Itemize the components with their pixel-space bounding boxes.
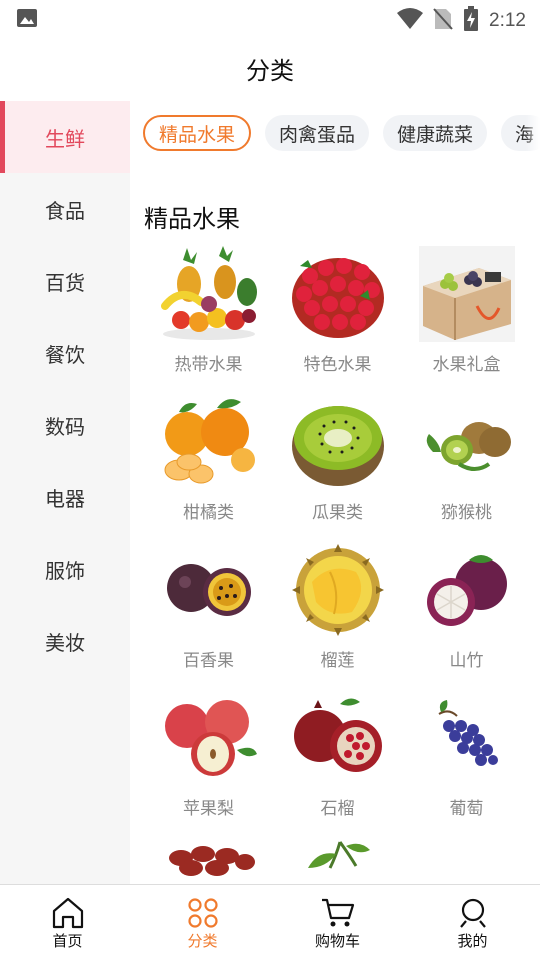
user-icon <box>457 896 489 930</box>
durian-image <box>290 542 386 638</box>
sidebar-item-digital[interactable]: 数码 <box>0 389 130 461</box>
product-label: 苹果梨 <box>183 799 234 819</box>
kiwi-image <box>419 394 515 490</box>
grape-image <box>419 690 515 786</box>
home-icon <box>51 896 85 930</box>
product-item[interactable]: 瓜果类 <box>273 394 402 523</box>
product-label: 特色水果 <box>303 355 372 375</box>
sidebar-item-food[interactable]: 食品 <box>0 173 130 245</box>
dates-image <box>161 838 257 884</box>
product-item[interactable]: 葡萄 <box>402 690 531 819</box>
sidebar-item-label: 数码 <box>45 414 85 439</box>
nav-cart[interactable]: 购物车 <box>270 885 405 961</box>
product-grid: 热带水果 特色水果 水果礼盒 柑橘类 瓜果类 猕猴桃 百香果 榴莲 山竹 苹果梨… <box>144 246 531 884</box>
product-label: 百香果 <box>183 651 234 671</box>
nav-profile-label: 我的 <box>457 931 488 950</box>
product-label: 山竹 <box>449 651 484 671</box>
cart-icon <box>320 896 356 930</box>
section-title: 精品水果 <box>144 205 240 233</box>
nav-home-label: 首页 <box>52 931 83 950</box>
product-item[interactable]: 热带水果 <box>144 246 273 375</box>
product-item[interactable]: 百香果 <box>144 542 273 671</box>
product-item[interactable]: 苹果梨 <box>144 690 273 819</box>
product-item[interactable] <box>144 838 273 884</box>
product-item[interactable] <box>273 838 402 884</box>
gallery-notification-icon <box>16 8 38 32</box>
passion-fruit-image <box>161 542 257 638</box>
product-label: 瓜果类 <box>312 503 363 523</box>
sidebar-item-appliances[interactable]: 电器 <box>0 461 130 533</box>
battery-charging-icon <box>463 6 479 36</box>
tab-meat-poultry-eggs[interactable]: 肉禽蛋品 <box>265 115 370 151</box>
pomegranate-image <box>290 690 386 786</box>
category-sidebar: 生鲜 食品 百货 餐饮 数码 电器 服饰 美妆 <box>0 101 130 884</box>
sidebar-item-fresh[interactable]: 生鲜 <box>0 101 130 173</box>
nav-category[interactable]: 分类 <box>135 885 270 961</box>
title-bar: 分类 <box>0 36 540 100</box>
product-label: 柑橘类 <box>183 503 234 523</box>
no-sim-icon <box>433 7 453 35</box>
category-content[interactable]: 精品水果 肉禽蛋品 健康蔬菜 海 精品水果 热带水果 特色水果 水果礼盒 柑橘类… <box>130 101 540 884</box>
product-item[interactable]: 石榴 <box>273 690 402 819</box>
sidebar-item-apparel[interactable]: 服饰 <box>0 533 130 605</box>
kiwi-slice-image <box>290 394 386 490</box>
product-label: 榴莲 <box>320 651 355 671</box>
product-item[interactable]: 柑橘类 <box>144 394 273 523</box>
cherry-image <box>290 838 386 884</box>
product-item[interactable]: 水果礼盒 <box>402 246 531 375</box>
sidebar-item-general-goods[interactable]: 百货 <box>0 245 130 317</box>
fruit-giftbox-image <box>418 246 515 342</box>
page-title: 分类 <box>246 56 294 85</box>
sidebar-item-label: 美妆 <box>45 630 85 655</box>
clock: 2:12 <box>489 10 526 31</box>
sidebar-item-label: 百货 <box>45 270 85 295</box>
sidebar-item-label: 餐饮 <box>45 342 85 367</box>
product-label: 猕猴桃 <box>441 503 492 523</box>
mangosteen-image <box>419 542 515 638</box>
sidebar-item-label: 电器 <box>45 486 85 511</box>
category-icon <box>187 896 219 930</box>
tabs-fade-edge <box>526 115 540 155</box>
tropical-fruits-image <box>160 246 257 342</box>
tab-premium-fruit[interactable]: 精品水果 <box>143 115 252 151</box>
status-bar: 2:12 <box>0 0 540 36</box>
subcategory-tabs: 精品水果 肉禽蛋品 健康蔬菜 海 <box>143 115 540 151</box>
sidebar-item-label: 食品 <box>45 198 85 223</box>
sidebar-item-label: 生鲜 <box>45 126 85 151</box>
nav-category-label: 分类 <box>187 931 218 950</box>
product-item[interactable]: 猕猴桃 <box>402 394 531 523</box>
product-label: 热带水果 <box>174 355 243 375</box>
apple-image <box>161 690 257 786</box>
tab-healthy-vegetables[interactable]: 健康蔬菜 <box>383 115 488 151</box>
product-item[interactable]: 山竹 <box>402 542 531 671</box>
nav-cart-label: 购物车 <box>314 931 360 950</box>
product-label: 石榴 <box>320 799 355 819</box>
bottom-navigation: 首页 分类 购物车 我的 <box>0 884 540 961</box>
raspberry-basket-image <box>289 246 386 342</box>
sidebar-item-dining[interactable]: 餐饮 <box>0 317 130 389</box>
sidebar-item-label: 服饰 <box>45 558 85 583</box>
product-label: 葡萄 <box>449 799 484 819</box>
nav-profile[interactable]: 我的 <box>405 885 540 961</box>
product-item[interactable]: 特色水果 <box>273 246 402 375</box>
product-label: 水果礼盒 <box>432 355 501 375</box>
sidebar-item-cosmetics[interactable]: 美妆 <box>0 605 130 677</box>
product-item[interactable]: 榴莲 <box>273 542 402 671</box>
wifi-icon <box>397 8 424 34</box>
citrus-image <box>161 394 257 490</box>
nav-home[interactable]: 首页 <box>0 885 135 961</box>
